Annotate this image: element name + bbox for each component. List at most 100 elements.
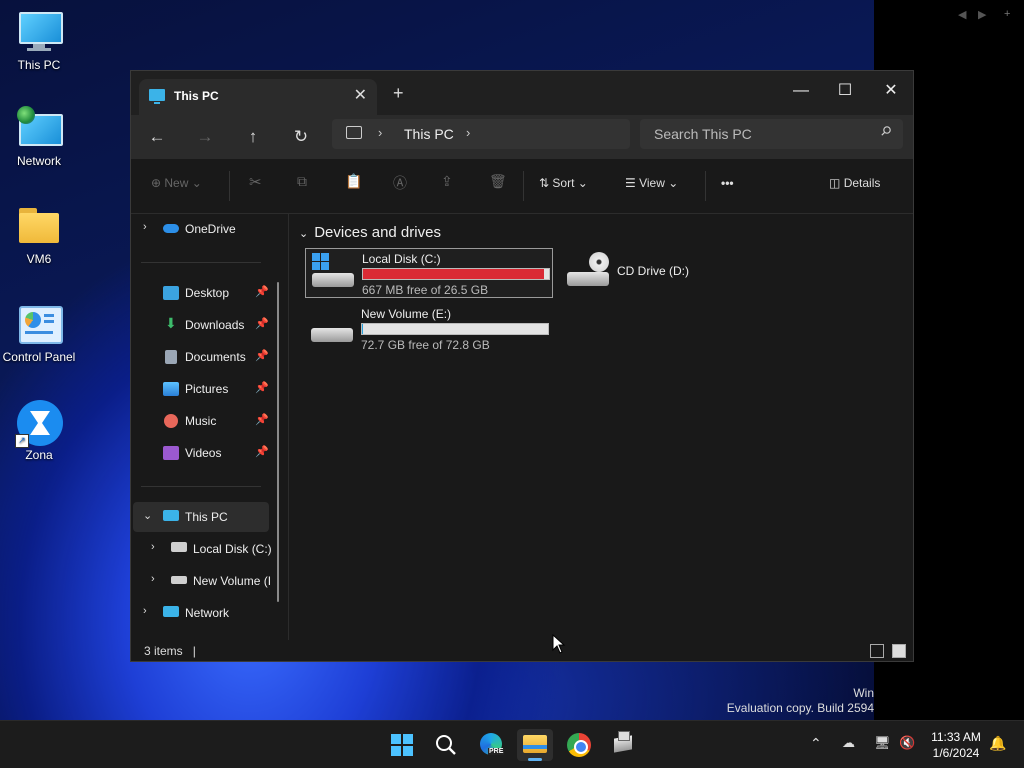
chevron-down-icon[interactable]: ⌄ xyxy=(299,228,308,240)
chevron-right-icon[interactable]: › xyxy=(143,605,147,617)
up-button[interactable]: ↑ xyxy=(239,125,267,149)
new-button[interactable]: ⊕ New ⌄ xyxy=(151,176,202,190)
desktop-icon-this-pc[interactable]: This PC xyxy=(0,10,78,72)
desktop-icon-control-panel[interactable]: Control Panel xyxy=(0,302,78,364)
group-header[interactable]: ⌄ Devices and drives xyxy=(299,224,441,241)
network-icon xyxy=(163,606,179,617)
desktop-icon-label: Network xyxy=(16,154,61,168)
sidebar-item-label: Music xyxy=(185,414,217,428)
app-button[interactable] xyxy=(605,729,641,761)
new-tab-button[interactable]: + xyxy=(393,83,404,104)
sidebar-item-documents[interactable]: Documents 📌 xyxy=(131,342,281,372)
sidebar-item-local-disk[interactable]: › Local Disk (C:) xyxy=(131,534,281,564)
details-view-icon[interactable] xyxy=(870,644,884,658)
drive-icon xyxy=(311,316,353,342)
onedrive-offline-icon[interactable]: ☁ xyxy=(842,735,855,751)
sidebar-item-this-pc[interactable]: ⌄ This PC xyxy=(133,502,269,532)
rename-icon[interactable]: Ⓐ xyxy=(393,173,407,193)
drive-e[interactable]: New Volume (E:) 72.7 GB free of 72.8 GB xyxy=(305,304,553,354)
delete-icon[interactable]: 🗑 xyxy=(489,173,507,190)
pin-icon: 📌 xyxy=(255,414,269,426)
search-icon xyxy=(436,735,456,755)
search-button[interactable] xyxy=(428,729,464,761)
desktop-icon-label: Zona xyxy=(25,448,53,462)
computer-icon xyxy=(17,10,63,54)
close-button[interactable]: ✕ xyxy=(869,77,913,105)
tab-this-pc[interactable]: This PC ✕ xyxy=(139,79,377,115)
notification-bell-icon[interactable]: 🔔 xyxy=(989,735,1006,752)
sidebar-item-onedrive[interactable]: › OneDrive xyxy=(131,214,281,244)
pin-icon: 📌 xyxy=(255,446,269,458)
details-button[interactable]: ◫ Details xyxy=(829,176,880,190)
computer-icon xyxy=(346,126,362,139)
sidebar-item-music[interactable]: Music 📌 xyxy=(131,406,281,436)
paste-icon[interactable]: 📋 xyxy=(345,173,362,190)
view-button[interactable]: ☰ View ⌄ xyxy=(625,176,678,190)
start-button[interactable] xyxy=(384,729,420,761)
file-explorer-button[interactable] xyxy=(517,729,553,761)
divider xyxy=(523,171,524,201)
content-pane: ⌄ Devices and drives Local Disk (C:) 667 … xyxy=(289,214,913,640)
network-icon[interactable]: 🖥 xyxy=(874,735,891,751)
cd-drive-icon xyxy=(567,252,609,286)
sidebar-item-downloads[interactable]: ⬇ Downloads 📌 xyxy=(131,310,281,340)
tab-label: This PC xyxy=(174,89,219,103)
desktop-icon-label: This PC xyxy=(17,58,61,72)
search-input[interactable]: Search This PC xyxy=(640,119,903,149)
close-tab-icon[interactable]: ✕ xyxy=(354,85,367,105)
chevron-right-icon[interactable]: › xyxy=(378,125,382,140)
desktop-icon-label: VM6 xyxy=(26,252,52,266)
item-count-text: 3 items xyxy=(144,644,183,658)
maximize-button[interactable]: ☐ xyxy=(823,77,867,105)
drive-c[interactable]: Local Disk (C:) 667 MB free of 26.5 GB xyxy=(305,248,553,298)
sidebar-item-new-volume[interactable]: › New Volume (I xyxy=(131,566,281,596)
sidebar-item-label: This PC xyxy=(185,510,228,524)
prev-icon[interactable]: ◀ xyxy=(958,8,966,21)
clock[interactable]: 11:33 AM 1/6/2024 xyxy=(924,729,988,761)
drive-d[interactable]: CD Drive (D:) xyxy=(561,248,809,298)
new-label: New xyxy=(164,176,189,190)
desktop-icon-network[interactable]: Network xyxy=(0,106,78,168)
download-icon: ⬇ xyxy=(165,315,177,331)
computer-icon xyxy=(163,510,179,521)
large-icons-view-icon[interactable] xyxy=(892,644,906,658)
back-button[interactable]: ← xyxy=(143,125,171,149)
divider xyxy=(141,486,261,487)
chevron-right-icon[interactable]: › xyxy=(151,573,155,585)
add-icon[interactable]: + xyxy=(1004,8,1010,20)
volume-muted-icon[interactable]: 🔇 xyxy=(899,735,915,751)
minimize-button[interactable]: — xyxy=(779,77,823,105)
chevron-right-icon[interactable]: › xyxy=(466,125,470,140)
next-icon[interactable]: ▶ xyxy=(978,8,986,21)
sidebar-item-label: Documents xyxy=(185,350,246,364)
document-icon xyxy=(165,350,177,364)
refresh-button[interactable]: ↻ xyxy=(287,125,315,149)
sidebar-item-pictures[interactable]: Pictures 📌 xyxy=(131,374,281,404)
sidebar-item-network[interactable]: › Network xyxy=(131,598,281,628)
forward-button[interactable]: → xyxy=(191,125,219,149)
sidebar-item-desktop[interactable]: Desktop 📌 xyxy=(131,278,281,308)
cut-icon[interactable]: ✂ xyxy=(249,173,262,191)
title-bar: This PC ✕ + — ☐ ✕ xyxy=(131,71,913,115)
watermark-line-1: Win xyxy=(853,686,874,700)
copy-icon[interactable]: ⧉ xyxy=(297,173,307,190)
chevron-right-icon[interactable]: › xyxy=(143,221,147,233)
network-icon xyxy=(17,106,63,150)
share-icon[interactable]: ⇪ xyxy=(441,173,453,190)
sidebar-item-videos[interactable]: Videos 📌 xyxy=(131,438,281,468)
chevron-right-icon[interactable]: › xyxy=(151,541,155,553)
chevron-up-icon[interactable]: ⌃ xyxy=(810,735,822,752)
chevron-down-icon[interactable]: ⌄ xyxy=(143,509,152,522)
scrollbar[interactable] xyxy=(277,282,279,602)
status-bar: 3 items | xyxy=(131,640,913,662)
breadcrumb-this-pc[interactable]: This PC xyxy=(404,126,454,142)
desktop-icon-vm6[interactable]: VM6 xyxy=(0,204,78,266)
pin-icon: 📌 xyxy=(255,286,269,298)
sort-button[interactable]: ⇅ Sort ⌄ xyxy=(539,176,588,190)
more-options-button[interactable]: ••• xyxy=(721,176,734,190)
address-bar[interactable]: › This PC › xyxy=(332,119,630,149)
edge-pre-button[interactable]: PRE xyxy=(473,729,509,761)
desktop-icon-zona[interactable]: ↗ Zona xyxy=(0,400,78,462)
evaluation-watermark: Win Evaluation copy. Build 2594 xyxy=(727,686,874,716)
chrome-button[interactable] xyxy=(561,729,597,761)
